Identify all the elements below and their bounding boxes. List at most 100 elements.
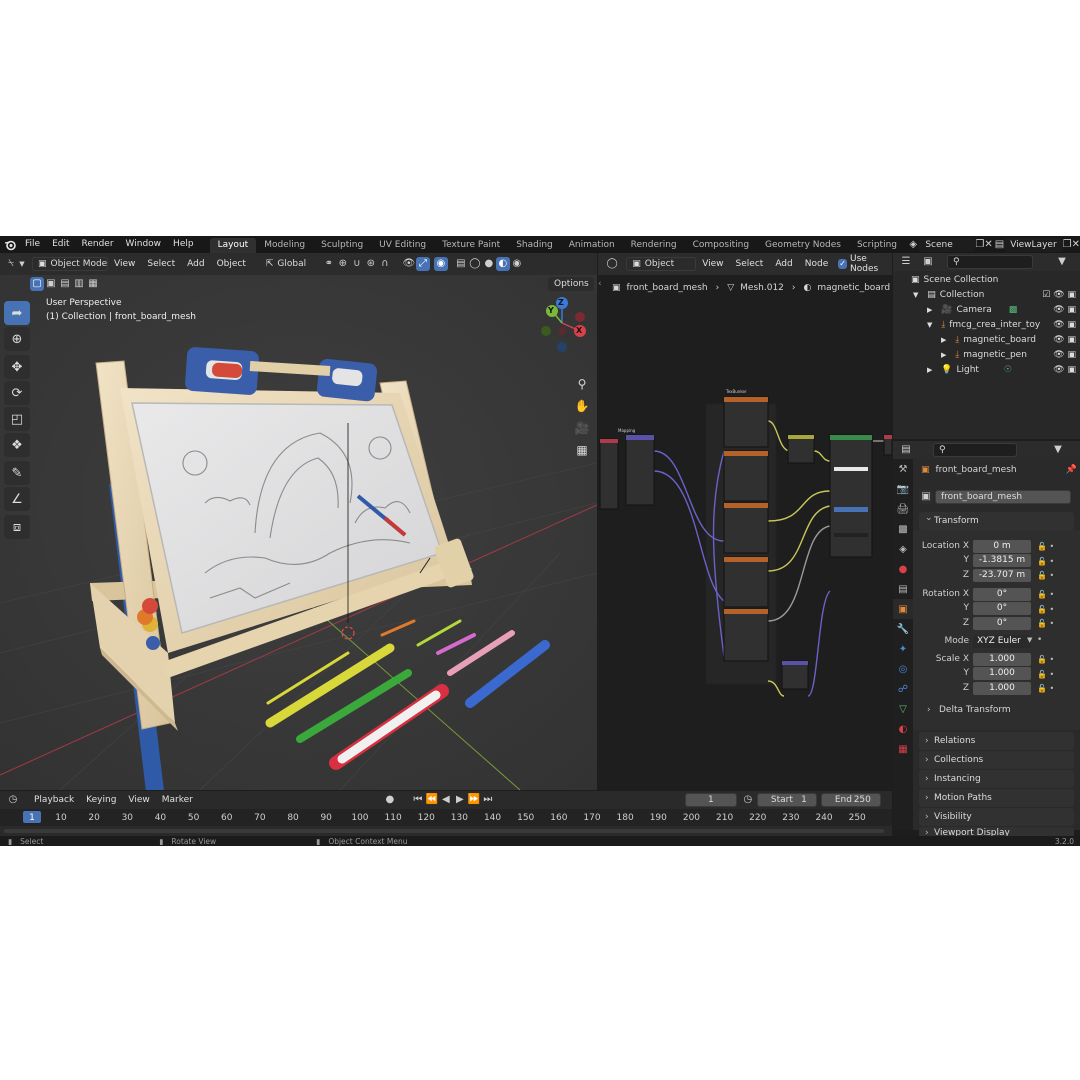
navigation-gizmo[interactable]: Z Y X [536, 297, 588, 369]
outliner-search[interactable]: ⚲ [947, 255, 1033, 269]
shading-material-icon[interactable]: ◐ [495, 257, 510, 271]
hand-pan-icon[interactable]: ✋ [572, 396, 592, 416]
lock-icons[interactable]: 🔓 • 🔓 • 🔓 • [1037, 540, 1073, 584]
object-datablock-field[interactable]: front_board_mesh [935, 490, 1071, 504]
delta-transform-subpanel[interactable]: › Delta Transform [927, 702, 1011, 718]
object-mode-select[interactable]: ▣ Object Mode [32, 257, 108, 271]
physics-tab-icon[interactable]: ◎ [893, 659, 913, 679]
location-y-field[interactable]: -1.3815 m [973, 554, 1031, 567]
add-cube-tool-icon[interactable]: ⧈ [4, 515, 30, 539]
visibility-icon[interactable]: 👁 [402, 257, 416, 271]
select-box-tool-icon[interactable]: ➦ [4, 301, 30, 325]
board-toggles[interactable]: 👁 ▣ [1053, 333, 1076, 348]
cursor-tool-icon[interactable]: ⊕ [4, 327, 30, 351]
start-frame-field[interactable]: Start 1 [756, 793, 817, 807]
scale-lock-icons[interactable]: 🔓 • 🔓 • 🔓 • [1037, 653, 1073, 697]
breadcrumb-material[interactable]: magnetic_board [817, 283, 890, 293]
tab-texture-paint[interactable]: Texture Paint [434, 238, 508, 253]
play-reverse-icon[interactable]: ◀ [439, 793, 453, 807]
properties-type-icon[interactable]: ▤ [899, 443, 913, 457]
menu-help[interactable]: Help [167, 236, 200, 253]
select-subtract-icon[interactable]: ▤ [58, 277, 72, 291]
tl-menu-playback[interactable]: Playback [28, 791, 80, 809]
transform-panel-header[interactable]: Transform [919, 509, 1074, 530]
material-tab-icon[interactable]: ◐ [893, 719, 913, 739]
transform-tool-icon[interactable]: ❖ [4, 433, 30, 457]
mode-keyframe-icon[interactable]: • [1037, 635, 1042, 645]
menu-edit[interactable]: Edit [46, 236, 75, 253]
menu-file[interactable]: File [19, 236, 46, 253]
timeline-type-icon[interactable]: ◷ [6, 793, 20, 807]
outliner-collection[interactable]: ▼ ▤ Collection ☑ 👁 ▣ [893, 288, 1080, 303]
options-button[interactable]: Options [548, 277, 594, 291]
tab-compositing[interactable]: Compositing [685, 238, 757, 253]
particles-tab-icon[interactable]: ✦ [893, 639, 913, 659]
constraints-tab-icon[interactable]: ☍ [893, 679, 913, 699]
3d-viewport[interactable]: ⍀ ▼ ▣ Object Mode View Select Add Object… [0, 253, 597, 790]
rotation-lock-icons[interactable]: 🔓 • 🔓 • 🔓 • [1037, 588, 1073, 632]
tab-shading[interactable]: Shading [508, 238, 561, 253]
expand-icon[interactable]: ▶ [927, 366, 932, 374]
shading-solid-icon[interactable]: ● [482, 257, 496, 271]
light-toggles[interactable]: 👁 ▣ [1053, 363, 1076, 378]
expand-icon[interactable]: ▶ [927, 306, 932, 314]
collapse-arrow-icon[interactable]: ‹ [598, 279, 602, 289]
object-tab-icon[interactable]: ▣ [893, 599, 913, 619]
close-scene-icon[interactable]: ✕ [984, 238, 992, 252]
outliner-magnetic-pen[interactable]: ▶ ⤓ magnetic_pen 👁 ▣ [893, 348, 1080, 363]
orientation-select[interactable]: ⇱ Global [259, 257, 318, 271]
expand-icon[interactable]: ▶ [941, 336, 946, 344]
current-frame-field[interactable]: 1 [684, 793, 737, 807]
tab-scripting[interactable]: Scripting [849, 238, 905, 253]
vp-menu-view[interactable]: View [108, 253, 141, 275]
ne-menu-node[interactable]: Node [799, 253, 835, 275]
prev-key-icon[interactable]: ⏪ [425, 793, 439, 807]
outliner-light[interactable]: ▶ 💡 Light ☉ 👁 ▣ [893, 363, 1080, 378]
zoom-icon[interactable]: ⚲ [572, 374, 592, 394]
play-icon[interactable]: ▶ [453, 793, 467, 807]
xray-icon[interactable]: ▤ [454, 257, 468, 271]
data-tab-icon[interactable]: ▽ [893, 699, 913, 719]
collection-toggles[interactable]: ☑ 👁 ▣ [1042, 288, 1076, 303]
shading-rendered-icon[interactable]: ◉ [510, 257, 524, 271]
location-z-field[interactable]: -23.707 m [973, 569, 1031, 582]
vp-menu-select[interactable]: Select [141, 253, 181, 275]
grid-ortho-icon[interactable]: ▦ [572, 440, 592, 460]
tl-menu-marker[interactable]: Marker [156, 791, 199, 809]
pen-toggles[interactable]: 👁 ▣ [1053, 348, 1076, 363]
filter-icon[interactable]: ▼ [1055, 255, 1069, 269]
select-invert-icon[interactable]: ▥ [72, 277, 86, 291]
display-mode-icon[interactable]: ▣ [921, 255, 935, 269]
tab-sculpting[interactable]: Sculpting [313, 238, 371, 253]
shading-wire-icon[interactable]: ◯ [468, 257, 482, 271]
node-type-select[interactable]: ▣ Object [626, 257, 697, 271]
camera-view-icon[interactable]: 🎥 [572, 418, 592, 438]
vp-menu-object[interactable]: Object [211, 253, 252, 275]
scale-y-field[interactable]: 1.000 [973, 667, 1031, 680]
output-tab-icon[interactable]: 🖨 [893, 499, 913, 519]
texture-tab-icon[interactable]: ▦ [893, 739, 913, 759]
scene-tab-icon[interactable]: ◈ [893, 539, 913, 559]
outliner-scene-collection[interactable]: ▣ Scene Collection [893, 273, 1080, 288]
scene-icon[interactable]: ◈ [909, 238, 917, 252]
snap-icon[interactable]: ⊕ [336, 257, 350, 271]
collection-tab-icon[interactable]: ▤ [893, 579, 913, 599]
rotation-mode-select[interactable]: XYZ Euler [973, 635, 1031, 648]
menu-window[interactable]: Window [120, 236, 168, 253]
jump-start-icon[interactable]: ⏮ [411, 793, 425, 807]
tab-geometry-nodes[interactable]: Geometry Nodes [757, 238, 849, 253]
tab-rendering[interactable]: Rendering [623, 238, 685, 253]
scale-z-field[interactable]: 1.000 [973, 682, 1031, 695]
pivot-icon[interactable]: ⚭ [322, 257, 336, 271]
location-x-field[interactable]: 0 m [973, 540, 1031, 553]
outliner-type-icon[interactable]: ☰ [899, 255, 913, 269]
jump-end-icon[interactable]: ⏭ [481, 793, 495, 807]
preview-range-icon[interactable]: ◷ [741, 793, 755, 807]
tab-layout[interactable]: Layout [209, 237, 257, 253]
rotate-tool-icon[interactable]: ⟳ [4, 381, 30, 405]
select-new-icon[interactable]: ▢ [30, 277, 44, 291]
menu-render[interactable]: Render [76, 236, 120, 253]
render-tab-icon[interactable]: 📷 [893, 479, 913, 499]
measure-tool-icon[interactable]: ∠ [4, 487, 30, 511]
instancing-panel-header[interactable]: Instancing [919, 770, 1074, 788]
